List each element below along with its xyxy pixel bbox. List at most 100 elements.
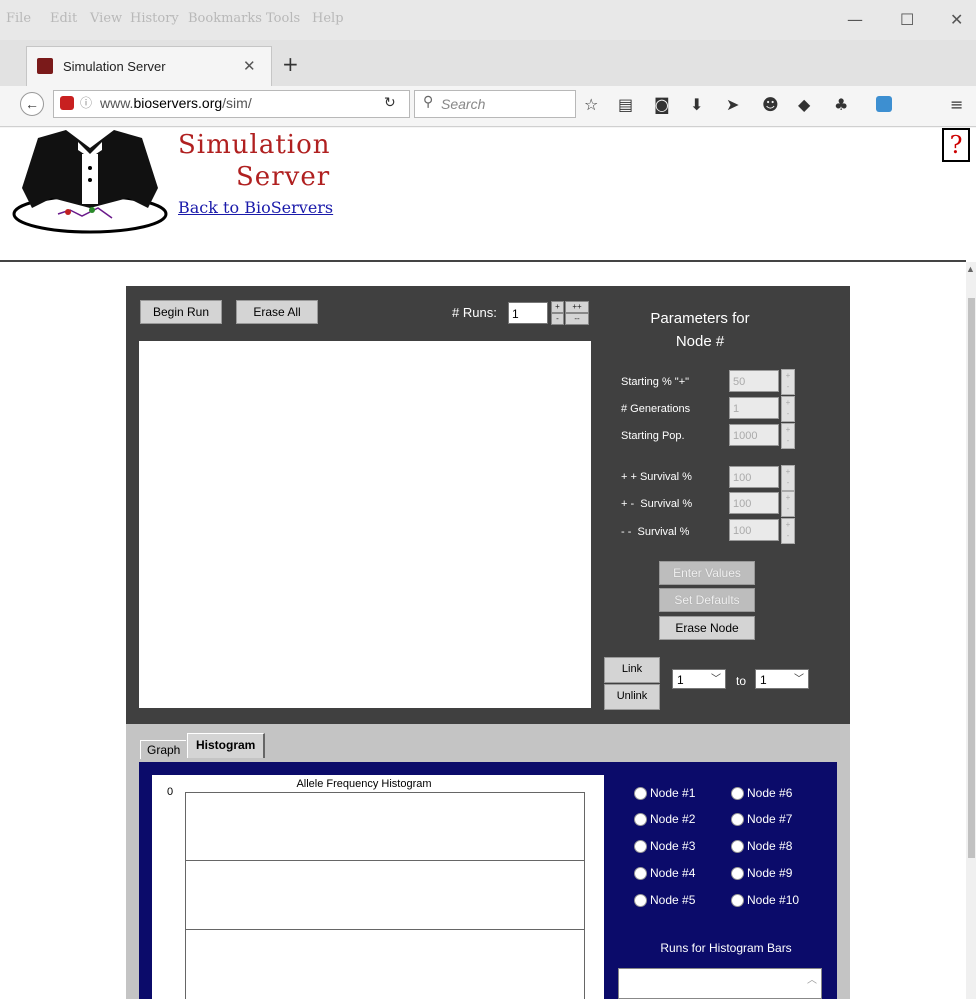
node-radio-1[interactable]: Node #1 bbox=[634, 786, 696, 801]
node-radio-5[interactable]: Node #5 bbox=[634, 893, 695, 908]
butler-logo bbox=[12, 130, 168, 234]
site-title-line1: Simulation bbox=[178, 130, 331, 160]
erase-node-button[interactable]: Erase Node bbox=[659, 616, 755, 640]
param-input-pm-survival[interactable]: 100 bbox=[729, 492, 779, 514]
close-window-button[interactable]: ✕ bbox=[950, 10, 963, 29]
tab-histogram[interactable]: Histogram bbox=[187, 733, 266, 758]
param-spin-mm-survival[interactable]: + - bbox=[781, 518, 795, 544]
site-favicon-icon bbox=[37, 58, 53, 74]
node-radio-7[interactable]: Node #7 bbox=[731, 812, 792, 827]
info-icon[interactable]: ⓘ bbox=[80, 94, 92, 111]
node-label: Node #1 bbox=[650, 786, 696, 800]
maximize-button[interactable]: ☐ bbox=[900, 10, 914, 29]
node-radio-6[interactable]: Node #6 bbox=[731, 786, 792, 801]
histogram-title: Allele Frequency Histogram bbox=[296, 778, 432, 790]
scroll-up-icon[interactable]: ︿ bbox=[807, 971, 817, 986]
begin-run-button[interactable]: Begin Run bbox=[140, 300, 222, 324]
histogram-y-axis bbox=[185, 792, 186, 999]
radio-dot bbox=[634, 813, 647, 827]
runs-plus-button[interactable]: + bbox=[551, 301, 564, 313]
url-bar[interactable]: ⓘ www.bioservers.org/sim/ ↻ bbox=[53, 90, 410, 118]
param-label-generations: # Generations bbox=[621, 403, 691, 415]
reading-list-icon[interactable]: ▤ bbox=[618, 95, 633, 114]
param-input-starting-pop[interactable]: 1000 bbox=[729, 424, 779, 446]
radio-dot bbox=[634, 787, 647, 801]
radio-dot bbox=[634, 867, 647, 881]
back-to-bioservers-link[interactable]: Back to BioServers bbox=[178, 198, 333, 217]
tab-simulation-server[interactable]: Simulation Server ✕ bbox=[26, 46, 272, 87]
site-title-line2: Server bbox=[236, 162, 331, 192]
param-spin-starting-percent[interactable]: + - bbox=[781, 369, 795, 395]
param-spin-starting-pop[interactable]: + - bbox=[781, 423, 795, 449]
node-radio-3[interactable]: Node #3 bbox=[634, 839, 696, 854]
runs-histogram-list[interactable]: ︿ bbox=[618, 968, 822, 999]
runs-plusplus-button[interactable]: ++ bbox=[565, 301, 589, 313]
menu-history[interactable]: History bbox=[130, 11, 179, 26]
cloud-icon[interactable] bbox=[876, 96, 892, 112]
hamburger-menu-icon[interactable]: ≡ bbox=[950, 95, 963, 114]
erase-all-button[interactable]: Erase All bbox=[236, 300, 318, 324]
histogram-plot bbox=[152, 775, 604, 999]
param-input-starting-percent[interactable]: 50 bbox=[729, 370, 779, 392]
tab-graph[interactable]: Graph bbox=[140, 740, 187, 759]
param-input-mm-survival[interactable]: 100 bbox=[729, 519, 779, 541]
tab-title: Simulation Server bbox=[63, 59, 166, 74]
param-input-pp-survival[interactable]: 100 bbox=[729, 466, 779, 488]
url-path: /sim/ bbox=[222, 95, 252, 111]
help-button[interactable]: ? bbox=[942, 128, 970, 162]
param-spin-pm-survival[interactable]: + - bbox=[781, 491, 795, 517]
link-from-select[interactable]: 1 ﹀ bbox=[672, 669, 726, 689]
param-spin-pp-survival[interactable]: + - bbox=[781, 465, 795, 491]
param-spin-generations[interactable]: + - bbox=[781, 396, 795, 422]
node-label: Node #3 bbox=[650, 839, 696, 853]
menu-view[interactable]: View bbox=[90, 11, 122, 26]
node-label: Node #8 bbox=[747, 839, 793, 853]
param-label-starting-percent: Starting % "+" bbox=[621, 376, 690, 388]
unlink-button[interactable]: Unlink bbox=[604, 684, 660, 710]
new-tab-button[interactable]: + bbox=[282, 52, 299, 76]
search-placeholder: Search bbox=[441, 96, 486, 112]
minimize-button[interactable]: — bbox=[847, 10, 863, 29]
menu-edit[interactable]: Edit bbox=[50, 11, 77, 26]
node-radio-9[interactable]: Node #9 bbox=[731, 866, 792, 881]
search-box[interactable]: ⚲ Search bbox=[414, 90, 576, 118]
node-radio-4[interactable]: Node #4 bbox=[634, 866, 695, 881]
radio-dot bbox=[731, 813, 744, 827]
radio-dot bbox=[634, 894, 647, 908]
runs-minus-button[interactable]: - bbox=[551, 313, 564, 325]
scrollbar-thumb[interactable] bbox=[968, 298, 975, 858]
back-arrow-icon[interactable]: ← bbox=[20, 92, 44, 116]
node-canvas[interactable] bbox=[139, 341, 591, 708]
menu-bookmarks[interactable]: Bookmarks bbox=[188, 11, 262, 26]
site-identity-icon[interactable] bbox=[60, 96, 74, 110]
pocket-icon[interactable]: ◙ bbox=[654, 95, 670, 114]
radio-dot bbox=[731, 787, 744, 801]
node-radio-2[interactable]: Node #2 bbox=[634, 812, 695, 827]
puzzle-icon[interactable]: ♣ bbox=[834, 95, 848, 114]
link-to-select[interactable]: 1 ﹀ bbox=[755, 669, 809, 689]
close-tab-icon[interactable]: ✕ bbox=[243, 57, 256, 75]
node-radio-8[interactable]: Node #8 bbox=[731, 839, 793, 854]
link-button[interactable]: Link bbox=[604, 657, 660, 683]
node-radio-10[interactable]: Node #10 bbox=[731, 893, 799, 908]
enter-values-button[interactable]: Enter Values bbox=[659, 561, 755, 585]
menu-help[interactable]: Help bbox=[312, 11, 344, 26]
runs-minusminus-button[interactable]: -- bbox=[565, 313, 589, 325]
navigation-bar: ← ⓘ www.bioservers.org/sim/ ↻ ⚲ Search ☆… bbox=[0, 86, 976, 127]
runs-input[interactable]: 1 bbox=[508, 302, 548, 324]
download-icon[interactable]: ⬇ bbox=[690, 95, 703, 114]
param-input-generations[interactable]: 1 bbox=[729, 397, 779, 419]
menu-tools[interactable]: Tools bbox=[266, 11, 300, 26]
param-label-mm-survival: - - Survival % bbox=[621, 526, 690, 538]
set-defaults-button[interactable]: Set Defaults bbox=[659, 588, 755, 612]
scroll-up-icon[interactable]: ▲ bbox=[966, 264, 975, 274]
emoji-icon[interactable]: ☻ bbox=[762, 95, 779, 114]
menu-file[interactable]: File bbox=[6, 11, 31, 26]
reload-icon[interactable]: ↻ bbox=[384, 95, 396, 111]
send-icon[interactable]: ➤ bbox=[726, 95, 739, 114]
chevron-down-icon: ﹀ bbox=[794, 674, 804, 685]
star-icon[interactable]: ☆ bbox=[584, 95, 598, 114]
extension-icon[interactable]: ◆ bbox=[798, 95, 810, 114]
radio-dot bbox=[731, 840, 744, 854]
radio-dot bbox=[634, 840, 647, 854]
